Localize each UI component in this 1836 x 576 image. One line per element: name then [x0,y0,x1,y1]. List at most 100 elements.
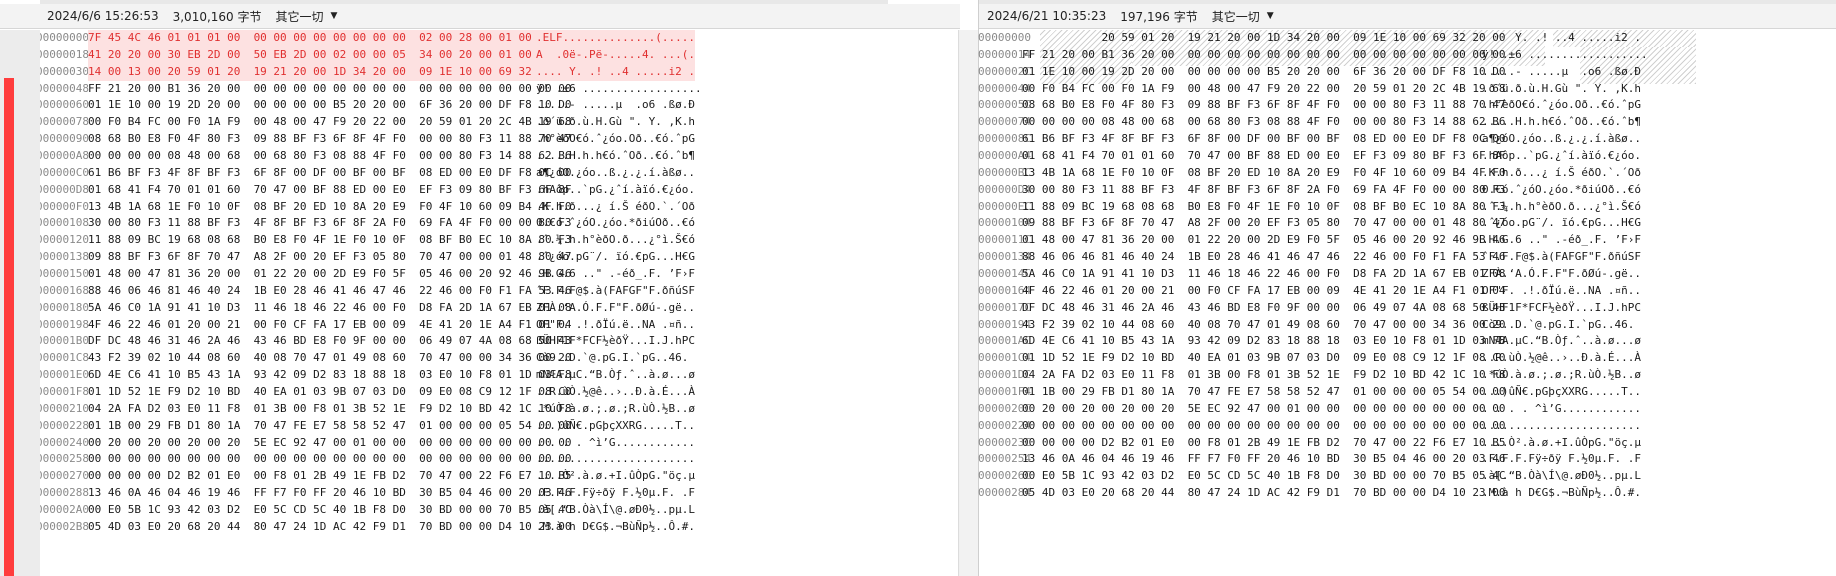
row-ascii-text[interactable]: ßÜHF1F*FCF½èðŸ...I.J.hPC [536,333,695,350]
row-hex-bytes[interactable]: 00 E0 5B 1C 93 42 03 D2 E0 5C CD 5C 40 1… [1022,468,1505,485]
row-hex-bytes[interactable]: 01 68 41 F4 70 01 01 60 70 47 00 BF 88 E… [88,182,571,199]
row-ascii-text[interactable]: 0.€ó.ˆ¿óO.¿óo.*ðiúOð..€ó [1482,182,1641,199]
row-hex-bytes[interactable]: 09 88 BF F3 6F 8F 70 47 A8 2F 00 20 EF F… [1022,215,1505,232]
row-ascii-text[interactable]: Cò9..D.`@.pG.I.`pG..46. [536,350,695,367]
row-hex-bytes[interactable]: 88 46 06 46 81 46 40 24 1B E0 28 46 41 4… [88,283,571,300]
row-ascii-text[interactable]: a¶¿óO.¿óo..ß.¿.¿.í.àßø.. [536,165,695,182]
row-hex-bytes[interactable]: 01 1B 00 29 FB D1 80 1A 70 47 FE E7 58 5… [88,418,571,435]
row-ascii-text[interactable]: mNÆA.µC.“B.Òƒ.ˆ..à.ø...ø [1482,333,1641,350]
row-ascii-text[interactable]: .à[.“B.Òà\Í\@.øÐ0½..pµ.L [1482,468,1641,485]
row-hex-bytes[interactable]: 00 20 00 20 00 20 00 20 5E EC 92 47 00 0… [88,435,571,452]
row-hex-bytes[interactable]: 00 F0 B4 FC 00 F0 1A F9 00 48 00 47 F9 2… [88,114,571,131]
row-ascii-text[interactable]: .*úÒ.à.ø.;.ø.;R.ùÒ.½B..ø [1482,367,1641,384]
row-ascii-text[interactable]: .....H.h.h€ó.ˆOð..€ó.ˆb¶ [1482,114,1641,131]
row-hex-bytes[interactable]: FF 21 20 00 B1 36 20 00 00 00 00 00 00 0… [1022,47,1505,64]
row-ascii-text[interactable]: .hAôp..`pG.¿ˆí.àïó.€¿óo. [536,182,695,199]
row-hex-bytes[interactable]: 09 88 BF F3 6F 8F 70 47 A8 2F 00 20 EF F… [88,249,571,266]
row-ascii-text[interactable]: . . . . ^ì’G............ [1482,401,1641,418]
row-hex-bytes[interactable]: 13 46 0A 46 04 46 19 46 FF F7 F0 FF 20 4… [88,485,571,502]
row-hex-bytes[interactable]: 00 00 00 00 00 00 00 00 00 00 00 00 00 0… [88,451,571,468]
row-ascii-text[interactable]: .H.G.6 .." .-éð_.F. ’F›F [1482,232,1641,249]
row-ascii-text[interactable]: .*úÒ.à.ø.;.ø.;R.ùÒ.½B..ø [536,401,695,418]
left-hex-view[interactable]: 00000000 7F 45 4C 46 01 01 01 00 00 00 00… [40,30,960,576]
row-hex-bytes[interactable]: 01 1D 52 1E F9 D2 10 BD 40 EA 01 03 9B 0… [1022,350,1505,367]
row-ascii-text[interactable]: ..R.ùÒ.½@ê..›..Ð.à.É...À [536,384,695,401]
row-hex-bytes[interactable]: 30 00 80 F3 11 88 BF F3 4F 8F BF F3 6F 8… [1022,182,1505,199]
row-ascii-text[interactable]: .M.à h D€G$.¬BùÑp½..Ô.#. [1482,485,1641,502]
row-hex-bytes[interactable]: 01 1B 00 29 FB D1 80 1A 70 47 FE E7 58 5… [1022,384,1505,401]
row-hex-bytes[interactable]: 4F 46 22 46 01 20 00 21 00 F0 CF FA 17 E… [1022,283,1505,300]
row-hex-bytes[interactable]: 61 B6 BF F3 4F 8F BF F3 6F 8F 00 DF 00 B… [1022,131,1505,148]
row-hex-bytes[interactable]: 01 1E 10 00 19 2D 20 00 00 00 00 00 B5 2… [1022,64,1505,81]
row-hex-bytes[interactable]: 11 88 09 BC 19 68 08 68 B0 E8 F0 4F 1E F… [1022,199,1505,216]
row-ascii-text[interactable]: .h°èðO€ó.ˆ¿óo.Oð..€ó.ˆpG [536,131,695,148]
row-hex-bytes[interactable]: FF 21 20 00 B1 36 20 00 00 00 00 00 00 0… [88,81,571,98]
row-hex-bytes[interactable]: 13 4B 1A 68 1E F0 10 0F 08 BF 20 ED 10 8… [1022,165,1505,182]
row-ascii-text[interactable]: .....- .....µ .o6 .ßø.Ð [536,97,695,114]
row-ascii-text[interactable]: .ˆ.¼.h.h°èðO.ð...¿°ì.Š€ó [1482,199,1641,216]
row-ascii-text[interactable]: ...)ûÑ€.pGþçXXRG.....T.. [1482,384,1641,401]
row-hex-bytes[interactable]: 00 00 00 00 00 00 00 00 00 00 00 00 00 0… [1022,418,1505,435]
row-ascii-text[interactable]: .ð´ü.ð.ù.H.Gù ". Y. ,K.h [1482,81,1641,98]
row-ascii-text[interactable]: ÿ! .±6 .................. [536,81,702,98]
row-ascii-text[interactable]: ........................ [1482,418,1641,435]
row-hex-bytes[interactable]: 00 00 00 00 08 48 00 68 00 68 80 F3 08 8… [1022,114,1505,131]
row-ascii-text[interactable]: A .0ë-.Pë-.....4. ...(. [536,46,695,64]
row-ascii-text[interactable]: ....Ò².à.ø.+I.ûÒpG."öç.µ [536,468,695,485]
row-ascii-text[interactable]: .F.F.F.Fÿ÷ðÿ F.½0µ.F. .F [1482,451,1641,468]
row-hex-bytes[interactable]: 00 E0 5B 1C 93 42 03 D2 E0 5C CD 5C 40 1… [88,502,571,519]
row-hex-bytes[interactable]: 05 4D 03 E0 20 68 20 44 80 47 24 1D AC 4… [1022,485,1505,502]
row-hex-bytes[interactable]: 00 00 00 00 D2 B2 01 E0 00 F8 01 2B 49 1… [88,468,571,485]
row-hex-bytes[interactable]: 5A 46 C0 1A 91 41 10 D3 11 46 18 46 22 4… [88,300,571,317]
row-hex-bytes[interactable]: DF DC 48 46 31 46 2A 46 43 46 BD E8 F0 9… [1022,300,1505,317]
row-ascii-text[interactable]: ZFÀ.‘A.Ó.F.F"F.ðØú-.gë.. [536,300,695,317]
row-ascii-text[interactable]: .F.F.F.Fÿ÷ðÿ F.½0µ.F. .F [536,485,695,502]
row-hex-bytes[interactable]: 01 48 00 47 81 36 20 00 01 22 20 00 2D E… [88,266,571,283]
row-hex-bytes[interactable]: 30 00 80 F3 11 88 BF F3 4F 8F BF F3 6F 8… [88,215,571,232]
row-hex-bytes[interactable]: 88 46 06 46 81 46 40 24 1B E0 28 46 41 4… [1022,249,1505,266]
row-hex-bytes[interactable]: 08 68 B0 E8 F0 4F 80 F3 09 88 BF F3 6F 8… [1022,97,1505,114]
row-ascii-text[interactable]: .h°èðO€ó.ˆ¿óo.Oð..€ó.ˆpG [1482,97,1641,114]
row-hex-bytes[interactable]: 04 2A FA D2 03 E0 11 F8 01 3B 00 F8 01 3… [88,401,571,418]
row-hex-bytes[interactable]: 20 59 01 20 19 21 20 00 1D 34 20 00 09 1… [1022,30,1505,47]
row-hex-bytes[interactable]: 4F 46 22 46 01 20 00 21 00 F0 CF FA 17 E… [88,317,571,334]
row-ascii-text[interactable]: a¶¿óO.¿óo..ß.¿.¿.í.àßø.. [1482,131,1641,148]
row-ascii-text[interactable]: .à[.“B.Òà\Í\@.øÐ0½..pµ.L [536,502,695,519]
right-encoding-dropdown[interactable]: 其它一切 ▼ [1212,8,1274,25]
row-hex-bytes[interactable]: DF DC 48 46 31 46 2A 46 43 46 BD E8 F0 9… [88,333,571,350]
row-hex-bytes[interactable]: 11 88 09 BC 19 68 08 68 B0 E8 F0 4F 1E F… [88,232,571,249]
row-ascii-text[interactable]: .K.h.ð...¿ í.Š éðO.`.´Oð [1482,165,1641,182]
row-hex-bytes[interactable]: 01 48 00 47 81 36 20 00 01 22 20 00 2D E… [1022,232,1505,249]
row-ascii-text[interactable]: ßÜHF1F*FCF½èðŸ...I.J.hPC [1482,300,1641,317]
row-ascii-text[interactable]: ....Ò².à.ø.+I.ûÒpG."öç.µ [1482,435,1641,452]
row-ascii-text[interactable]: mNÆA.µC.“B.Òƒ.ˆ..à.ø...ø [536,367,695,384]
row-hex-bytes[interactable]: 14 00 13 00 20 59 01 20 19 21 20 00 1D 3… [88,63,572,81]
row-hex-bytes[interactable]: 5A 46 C0 1A 91 41 10 D3 11 46 18 46 22 4… [1022,266,1505,283]
row-hex-bytes[interactable]: 61 B6 BF F3 4F 8F BF F3 6F 8F 00 DF 00 B… [88,165,571,182]
row-ascii-text[interactable]: .ˆ¿óo.pG¨/. ïó.€pG...H€G [1482,215,1641,232]
diff-location-marker[interactable] [4,78,14,576]
row-ascii-text[interactable]: .... Y. .! ..4 .....i2 . [536,63,695,81]
row-ascii-text[interactable]: ÿ! .±6 .................. [1482,47,1648,64]
left-encoding-dropdown[interactable]: 其它一切 ▼ [276,8,338,25]
row-ascii-text[interactable]: .K.h.ð...¿ í.Š éðO.`.´Oð [536,199,695,216]
row-hex-bytes[interactable]: 05 4D 03 E0 20 68 20 44 80 47 24 1D AC 4… [88,519,571,536]
row-ascii-text[interactable]: . . . . ^ì’G............ [536,435,695,452]
pane-splitter[interactable] [960,30,978,576]
row-ascii-text[interactable]: .M.à h D€G$.¬BùÑp½..Ô.#. [536,519,695,536]
row-hex-bytes[interactable]: 04 2A FA D2 03 E0 11 F8 01 3B 00 F8 01 3… [1022,367,1505,384]
row-ascii-text[interactable]: .ˆ.¼.h.h°èðO.ð...¿°ì.Š€ó [536,232,695,249]
row-ascii-text[interactable]: .H.G.6 .." .-éð_.F. ’F›F [536,266,695,283]
row-ascii-text[interactable]: ...)ûÑ€.pGþçXXRG.....T.. [536,418,695,435]
row-hex-bytes[interactable]: 08 68 B0 E8 F0 4F 80 F3 09 88 BF F3 6F 8… [88,131,571,148]
row-ascii-text[interactable]: ZFÀ.‘A.Ó.F.F"F.ðØú-.gë.. [1482,266,1641,283]
row-ascii-text[interactable]: ..R.ùÒ.½@ê..›..Ð.à.É...À [1482,350,1641,367]
row-hex-bytes[interactable]: 00 00 00 00 08 48 00 68 00 68 80 F3 08 8… [88,148,571,165]
row-ascii-text[interactable]: 0.€ó.ˆ¿óO.¿óo.*ðiúOð..€ó [536,215,695,232]
row-ascii-text[interactable]: .ELF..............(..... [536,30,695,47]
row-ascii-text[interactable]: .hAôp..`pG.¿ˆí.àïó.€¿óo. [1482,148,1641,165]
row-ascii-text[interactable]: Cò9..D.`@.pG.I.`pG..46. [1482,317,1641,334]
row-ascii-text[interactable]: .ð´ü.ð.ù.H.Gù ". Y. ,K.h [536,114,695,131]
row-ascii-text[interactable]: ˆF.F.F@$.à(FAFGF"F.ðñúSF [1482,249,1641,266]
row-ascii-text[interactable]: OF"F. .!.ðÏú.ë..NA .¤ñ.. [1482,283,1641,300]
